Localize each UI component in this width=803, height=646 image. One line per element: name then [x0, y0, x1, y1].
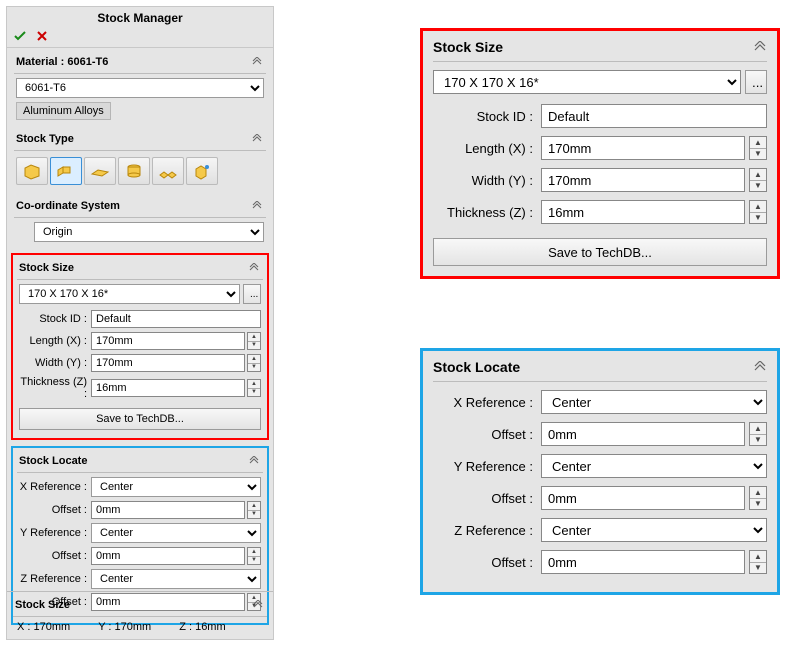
save-techdb-button[interactable]: Save to TechDB... [433, 238, 767, 266]
stock-manager-panel: Stock Manager Material : 6061-T6 6061-T6… [6, 6, 274, 640]
length-label: Length (X) : [19, 335, 91, 347]
collapse-icon[interactable] [247, 454, 261, 468]
xoff-label: Offset : [19, 504, 91, 516]
material-dropdown[interactable]: 6061-T6 [16, 78, 264, 98]
stock-dim-dropdown[interactable]: 170 X 170 X 16* [19, 284, 240, 304]
stock-size-heading: Stock Size [19, 262, 74, 274]
material-family: Aluminum Alloys [16, 102, 111, 120]
zref-label: Z Reference : [433, 523, 541, 538]
coord-dropdown[interactable]: Origin [34, 222, 264, 242]
footer-heading: Stock Size [15, 599, 70, 611]
width-label: Width (Y) : [19, 357, 91, 369]
stock-locate-heading: Stock Locate [433, 359, 520, 375]
footer-y: Y : 170mm [98, 621, 151, 633]
stock-type-sheet-icon[interactable] [84, 157, 116, 185]
xref-label: X Reference : [19, 481, 91, 493]
collapse-icon[interactable] [250, 132, 264, 146]
thickness-spinner[interactable]: ▲▼ [749, 200, 767, 224]
stock-id-input[interactable] [541, 104, 767, 128]
coord-heading: Co-ordinate System [16, 200, 120, 212]
yoff-spinner[interactable]: ▲▼ [247, 547, 261, 565]
thickness-input[interactable] [91, 379, 245, 397]
stock-type-heading: Stock Type [16, 133, 74, 145]
material-heading: Material : 6061-T6 [16, 56, 108, 68]
footer-z: Z : 16mm [179, 621, 225, 633]
length-spinner[interactable]: ▲▼ [749, 136, 767, 160]
browse-button[interactable]: ... [745, 70, 767, 94]
yoff-spinner[interactable]: ▲▼ [749, 486, 767, 510]
xoff-spinner[interactable]: ▲▼ [749, 422, 767, 446]
yref-label: Y Reference : [433, 459, 541, 474]
width-input[interactable] [91, 354, 245, 372]
stock-type-part-icon[interactable] [152, 157, 184, 185]
width-spinner[interactable]: ▲▼ [247, 354, 261, 372]
xref-label: X Reference : [433, 395, 541, 410]
collapse-icon[interactable] [247, 261, 261, 275]
zoff-input[interactable] [541, 550, 745, 574]
length-spinner[interactable]: ▲▼ [247, 332, 261, 350]
yoff-label: Offset : [433, 491, 541, 506]
stock-type-extruded-icon[interactable] [50, 157, 82, 185]
collapse-icon[interactable] [251, 598, 265, 612]
yref-dropdown[interactable]: Center [541, 454, 767, 478]
confirm-bar [7, 27, 273, 48]
xoff-input[interactable] [541, 422, 745, 446]
collapse-icon[interactable] [250, 55, 264, 69]
stock-size-enlarged: Stock Size 170 X 170 X 16* ... Stock ID … [420, 28, 780, 279]
stock-id-label: Stock ID : [433, 109, 541, 124]
yoff-input[interactable] [91, 547, 245, 565]
stock-size-section: Stock Size 170 X 170 X 16* ... Stock ID … [11, 253, 269, 440]
collapse-icon[interactable] [753, 360, 767, 374]
browse-button[interactable]: ... [243, 284, 261, 304]
yoff-label: Offset : [19, 550, 91, 562]
thickness-label: Thickness (Z) : [433, 205, 541, 220]
cancel-icon[interactable] [36, 30, 48, 42]
stock-type-cylinder-icon[interactable] [118, 157, 150, 185]
xoff-label: Offset : [433, 427, 541, 442]
zref-dropdown[interactable]: Center [91, 569, 261, 589]
width-input[interactable] [541, 168, 745, 192]
stock-type-stl-icon[interactable] [186, 157, 218, 185]
stock-dim-dropdown[interactable]: 170 X 170 X 16* [433, 70, 741, 94]
panel-title: Stock Manager [7, 7, 273, 27]
thickness-spinner[interactable]: ▲▼ [247, 379, 261, 397]
stock-locate-heading: Stock Locate [19, 455, 87, 467]
zref-label: Z Reference : [19, 573, 91, 585]
stock-id-input[interactable] [91, 310, 261, 328]
yref-dropdown[interactable]: Center [91, 523, 261, 543]
stock-type-section: Stock Type [13, 129, 267, 192]
yoff-input[interactable] [541, 486, 745, 510]
length-input[interactable] [91, 332, 245, 350]
width-spinner[interactable]: ▲▼ [749, 168, 767, 192]
stock-type-box-icon[interactable] [16, 157, 48, 185]
stock-id-label: Stock ID : [19, 313, 91, 325]
zoff-label: Offset : [433, 555, 541, 570]
footer-stock-size: Stock Size X : 170mm Y : 170mm Z : 16mm [7, 591, 273, 639]
coord-system-section: Co-ordinate System Origin [13, 196, 267, 247]
xoff-spinner[interactable]: ▲▼ [247, 501, 261, 519]
footer-x: X : 170mm [17, 621, 70, 633]
accept-icon[interactable] [13, 30, 30, 42]
collapse-icon[interactable] [250, 199, 264, 213]
material-section: Material : 6061-T6 6061-T6 Aluminum Allo… [13, 52, 267, 125]
length-input[interactable] [541, 136, 745, 160]
thickness-input[interactable] [541, 200, 745, 224]
zref-dropdown[interactable]: Center [541, 518, 767, 542]
length-label: Length (X) : [433, 141, 541, 156]
stock-size-heading: Stock Size [433, 39, 503, 55]
yref-label: Y Reference : [19, 527, 91, 539]
save-techdb-button[interactable]: Save to TechDB... [19, 408, 261, 430]
zoff-spinner[interactable]: ▲▼ [749, 550, 767, 574]
xoff-input[interactable] [91, 501, 245, 519]
xref-dropdown[interactable]: Center [91, 477, 261, 497]
width-label: Width (Y) : [433, 173, 541, 188]
xref-dropdown[interactable]: Center [541, 390, 767, 414]
collapse-icon[interactable] [753, 40, 767, 54]
stock-locate-enlarged: Stock Locate X Reference : Center Offset… [420, 348, 780, 595]
thickness-label: Thickness (Z) : [19, 376, 91, 400]
